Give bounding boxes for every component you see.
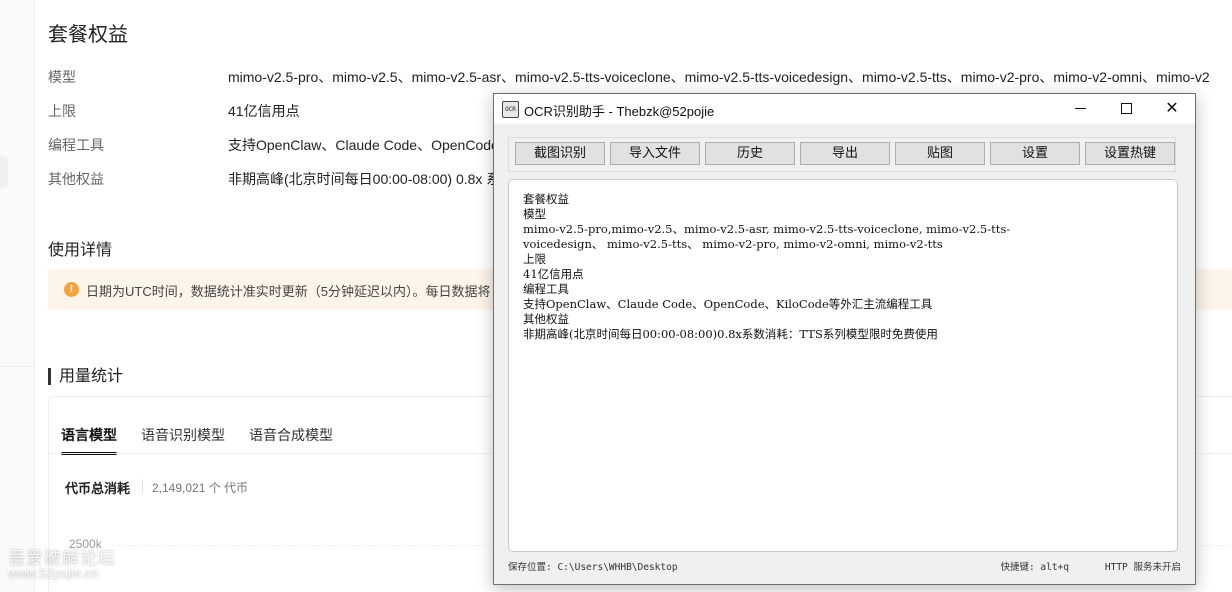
info-icon: ! [64,282,79,297]
maximize-button[interactable] [1103,94,1149,124]
nav-divider [0,366,34,367]
ocr-text-line: 套餐权益 [523,192,569,206]
ocr-statusbar: 保存位置: C:\Users\WHHB\Desktop 快捷键: alt+q H… [508,560,1181,576]
plan-row-value: 41亿信用点 [228,103,300,119]
plan-benefits-title: 套餐权益 [48,24,128,46]
export-button[interactable]: 导出 [800,142,890,165]
tab-speech-synthesis-model[interactable]: 语音合成模型 [249,425,333,453]
settings-button[interactable]: 设置 [990,142,1080,165]
minimize-icon [1074,108,1086,110]
ocr-text-line: mimo-v2.5-pro,mimo-v2.5、mimo-v2.5-asr, m… [523,222,1011,236]
close-icon: ✕ [1165,100,1179,117]
plan-row-value: 支持OpenClaw、Claude Code、OpenCode [228,137,499,153]
ocr-text-line: 上限 [523,252,546,266]
plan-row-value: 非期高峰(北京时间每日00:00-08:00) 0.8x 系 [228,171,501,187]
plan-row-key: 模型 [48,69,76,85]
token-total-label: 代币总消耗 [65,481,131,496]
ocr-text-line: 非期高峰(北京时间每日00:00-08:00)0.8x系数消耗：TTS系列模型限… [523,327,938,341]
pin-image-button[interactable]: 贴图 [895,142,985,165]
token-total-value: 2,149,021 个 代币 [152,481,249,495]
plan-row-key: 其他权益 [48,171,104,187]
ocr-app-icon: OCR [502,101,519,118]
ocr-text-line: 模型 [523,207,546,221]
ocr-window: OCR OCR识别助手 - Thebzk@52pojie ✕ 截图识别 导入文件… [493,93,1196,585]
left-nav-rail [0,0,35,592]
hotkey-settings-button[interactable]: 设置热键 [1085,142,1175,165]
plan-row-key: 上限 [48,103,76,119]
ocr-result-textarea[interactable]: 套餐权益 模型 mimo-v2.5-pro,mimo-v2.5、mimo-v2.… [508,179,1178,552]
usage-notice-text: 日期为UTC时间，数据统计准实时更新（5分钟延迟以内）。每日数据将 [86,284,491,299]
screenshot-ocr-button[interactable]: 截图识别 [515,142,605,165]
http-service-status: HTTP 服务未开启 [1104,562,1181,573]
plan-row-value: mimo-v2.5-pro、mimo-v2.5、mimo-v2.5-asr、mi… [228,69,1210,85]
tab-speech-recognition-model[interactable]: 语音识别模型 [141,425,225,453]
usage-stats-title: 用量统计 [48,368,123,385]
ocr-text-line: voicedesign、 mimo-v2.5-tts、 mimo-v2-pro,… [523,237,943,251]
ocr-text-line: 支持OpenClaw、Claude Code、OpenCode、KiloCode… [523,297,933,311]
hotkey-status: 快捷键: alt+q [1000,562,1069,573]
ocr-window-title: OCR识别助手 - Thebzk@52pojie [524,104,715,119]
page: 套餐权益 模型 mimo-v2.5-pro、mimo-v2.5、mimo-v2.… [0,0,1232,592]
usage-details-title: 使用详情 [48,242,113,259]
forum-watermark-url: www.52pojie.cn [8,566,99,581]
nav-active-item[interactable] [0,156,8,188]
minimize-button[interactable] [1057,94,1103,124]
ocr-text-line: 41亿信用点 [523,267,584,281]
ocr-titlebar[interactable]: OCR OCR识别助手 - Thebzk@52pojie ✕ [494,94,1195,124]
plan-row-key: 编程工具 [48,137,104,153]
maximize-icon [1120,103,1132,115]
ocr-text-line: 其他权益 [523,312,569,326]
close-button[interactable]: ✕ [1149,94,1195,124]
ocr-text-line: 编程工具 [523,282,569,296]
ocr-toolbar: 截图识别 导入文件 历史 导出 贴图 设置 设置热键 [508,137,1176,172]
save-path-status: 保存位置: C:\Users\WHHB\Desktop [508,562,678,573]
history-button[interactable]: 历史 [705,142,795,165]
metric-separator [142,479,143,493]
tab-language-model[interactable]: 语言模型 [61,425,117,455]
import-file-button[interactable]: 导入文件 [610,142,700,165]
